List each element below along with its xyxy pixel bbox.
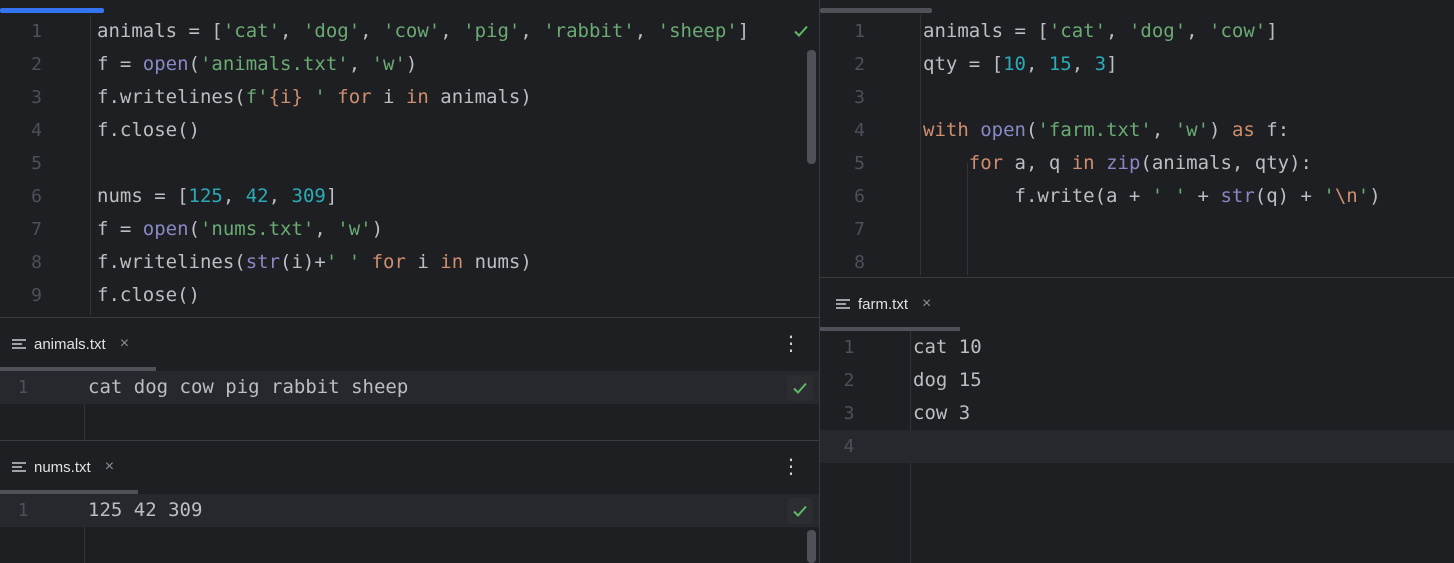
file-line[interactable]: 1 125 42 309 xyxy=(0,494,819,527)
code-text: animals = ['cat', 'dog', 'cow', 'pig', '… xyxy=(97,20,750,42)
code-text: with open('farm.txt', 'w') as f: xyxy=(923,119,1290,141)
code-text: f = open('animals.txt', 'w') xyxy=(97,53,418,75)
code-line[interactable]: 3 f.writelines(f'{i} ' for i in animals) xyxy=(0,81,819,114)
code-text: nums = [125, 42, 309] xyxy=(97,185,338,207)
line-number: 4 xyxy=(31,120,42,141)
line-number: 5 xyxy=(854,153,865,174)
code-line[interactable]: 1 animals = ['cat', 'dog', 'cow'] xyxy=(820,15,1454,48)
line-number: 7 xyxy=(31,219,42,240)
left-pane: 1 animals = ['cat', 'dog', 'cow', 'pig', … xyxy=(0,0,819,563)
inspection-ok-icon[interactable] xyxy=(787,375,813,401)
nums-scrollbar[interactable] xyxy=(807,530,816,563)
farm-panel-tabbar: farm.txt × xyxy=(820,277,1454,331)
text-file-icon xyxy=(12,338,26,350)
code-line[interactable]: 2 qty = [10, 15, 3] xyxy=(820,48,1454,81)
close-icon[interactable]: × xyxy=(120,335,129,353)
nums-panel-tabbar: nums.txt × ⋮ xyxy=(0,440,819,494)
line-number: 5 xyxy=(31,153,42,174)
code-line[interactable]: 5 for a, q in zip(animals, qty): xyxy=(820,147,1454,180)
code-line[interactable]: 7 xyxy=(820,213,1454,246)
code-text: f.close() xyxy=(97,119,200,141)
code-text: qty = [10, 15, 3] xyxy=(923,53,1118,75)
line-number: 2 xyxy=(843,370,855,391)
line-number: 8 xyxy=(31,252,42,273)
close-icon[interactable]: × xyxy=(105,458,114,476)
animals-file-content[interactable]: 1 cat dog cow pig rabbit sheep xyxy=(0,371,819,440)
nums-file-content[interactable]: 1 125 42 309 xyxy=(0,494,819,563)
left-code-editor[interactable]: 1 animals = ['cat', 'dog', 'cow', 'pig', … xyxy=(0,15,819,315)
file-text: dog 15 xyxy=(913,369,982,391)
file-text: 125 42 309 xyxy=(88,499,203,521)
right-code-editor[interactable]: 1 animals = ['cat', 'dog', 'cow'] 2 qty = [… xyxy=(820,15,1454,275)
code-text: f.writelines(f'{i} ' for i in animals) xyxy=(97,86,532,108)
code-line[interactable]: 6 nums = [125, 42, 309] xyxy=(0,180,819,213)
tab-nums-txt[interactable]: nums.txt × xyxy=(0,441,114,493)
more-options-icon[interactable]: ⋮ xyxy=(781,331,801,355)
line-number: 4 xyxy=(843,436,855,457)
line-number: 1 xyxy=(854,21,865,42)
editor-tab-indicator xyxy=(820,8,932,13)
file-line[interactable]: 1 cat 10 xyxy=(820,331,1454,364)
code-text: f.writelines(str(i)+' ' for i in nums) xyxy=(97,251,532,273)
file-text: cat 10 xyxy=(913,336,982,358)
tab-label: nums.txt xyxy=(34,458,91,476)
code-line[interactable]: 1 animals = ['cat', 'dog', 'cow', 'pig', … xyxy=(0,15,819,48)
file-line[interactable]: 1 cat dog cow pig rabbit sheep xyxy=(0,371,819,404)
left-editor-scrollbar[interactable] xyxy=(807,50,816,164)
line-number: 6 xyxy=(31,186,42,207)
line-number: 6 xyxy=(854,186,865,207)
code-text: animals = ['cat', 'dog', 'cow'] xyxy=(923,20,1278,42)
tab-label: animals.txt xyxy=(34,335,106,353)
line-number: 9 xyxy=(31,285,42,306)
line-number: 3 xyxy=(854,87,865,108)
file-line[interactable]: 3 cow 3 xyxy=(820,397,1454,430)
file-text: cow 3 xyxy=(913,402,971,424)
line-number: 2 xyxy=(854,54,865,75)
line-number: 3 xyxy=(31,87,42,108)
tab-farm-txt[interactable]: farm.txt × xyxy=(820,278,931,330)
code-text: f.close() xyxy=(97,284,200,306)
text-file-icon xyxy=(12,461,26,473)
code-text: for a, q in zip(animals, qty): xyxy=(968,152,1312,174)
inspection-ok-icon[interactable] xyxy=(787,498,813,524)
code-line[interactable]: 7 f = open('nums.txt', 'w') xyxy=(0,213,819,246)
code-line[interactable]: 8 xyxy=(820,246,1454,279)
animals-panel-tabbar: animals.txt × ⋮ xyxy=(0,317,819,371)
tab-animals-txt[interactable]: animals.txt × xyxy=(0,318,129,370)
line-number: 3 xyxy=(843,403,855,424)
line-number: 8 xyxy=(854,252,865,273)
line-number: 1 xyxy=(17,500,29,521)
tab-label: farm.txt xyxy=(858,295,909,313)
line-number: 7 xyxy=(854,219,865,240)
file-line[interactable]: 4 xyxy=(820,430,1454,463)
line-number: 1 xyxy=(31,21,42,42)
file-text: cat dog cow pig rabbit sheep xyxy=(88,376,409,398)
editor-tab-indicator xyxy=(0,8,104,13)
line-number: 2 xyxy=(31,54,42,75)
code-text: f.write(a + ' ' + str(q) + '\n') xyxy=(923,185,1381,207)
code-line[interactable]: 4 with open('farm.txt', 'w') as f: xyxy=(820,114,1454,147)
code-line[interactable]: 5 xyxy=(0,147,819,180)
close-icon[interactable]: × xyxy=(922,295,931,313)
right-pane: 1 animals = ['cat', 'dog', 'cow'] 2 qty = [… xyxy=(820,0,1454,563)
code-line[interactable]: 2 f = open('animals.txt', 'w') xyxy=(0,48,819,81)
file-line[interactable]: 2 dog 15 xyxy=(820,364,1454,397)
more-options-icon[interactable]: ⋮ xyxy=(781,454,801,478)
line-number: 4 xyxy=(854,120,865,141)
code-text: f = open('nums.txt', 'w') xyxy=(97,218,384,240)
line-number: 1 xyxy=(17,377,29,398)
code-line[interactable]: 4 f.close() xyxy=(0,114,819,147)
text-file-icon xyxy=(836,298,850,310)
line-number: 1 xyxy=(843,337,855,358)
code-line[interactable]: 9 f.close() xyxy=(0,279,819,312)
code-line[interactable]: 8 f.writelines(str(i)+' ' for i in nums) xyxy=(0,246,819,279)
code-line[interactable]: 3 xyxy=(820,81,1454,114)
farm-file-content[interactable]: 1 cat 10 2 dog 15 3 cow 3 4 xyxy=(820,331,1454,563)
inspection-ok-icon[interactable] xyxy=(788,18,814,44)
code-line[interactable]: 6 f.write(a + ' ' + str(q) + '\n') xyxy=(820,180,1454,213)
